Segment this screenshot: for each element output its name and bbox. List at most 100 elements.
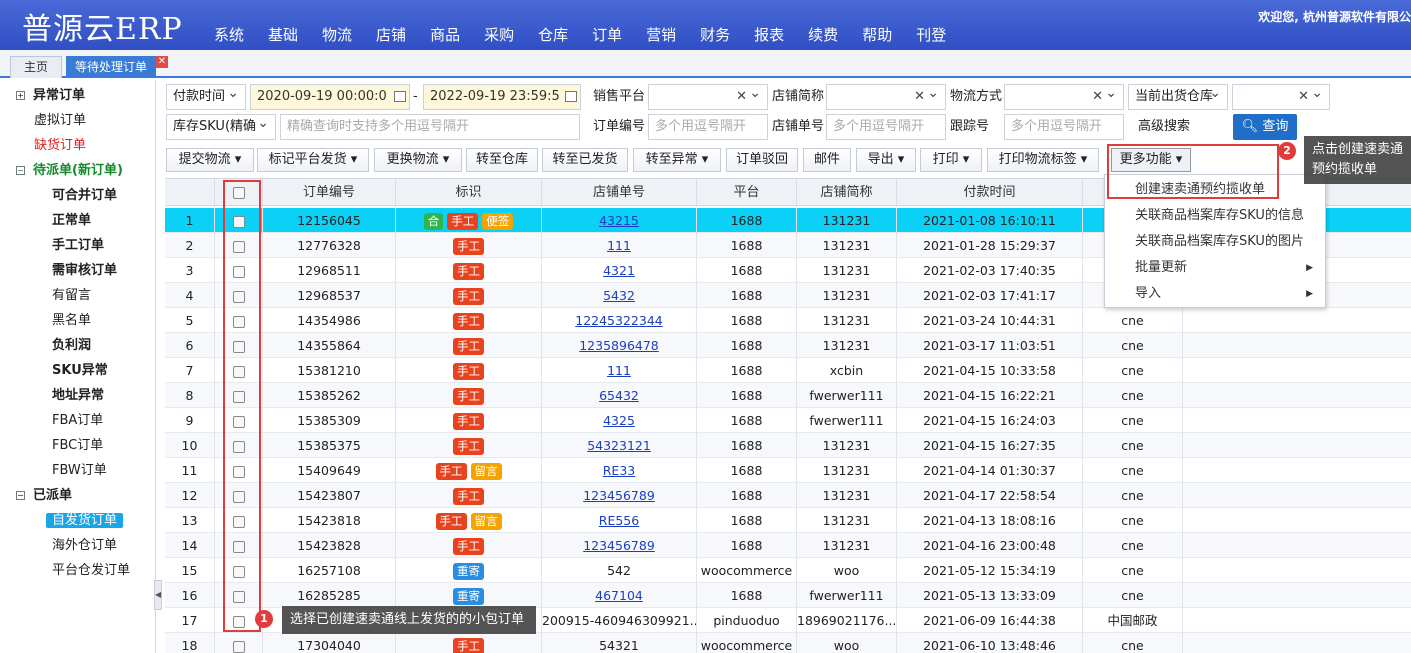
sidebar-item-message[interactable]: 有留言 [52,285,91,307]
tracking-input[interactable]: 多个用逗号隔开 [1004,114,1124,140]
shop-order-cell[interactable]: 4325 [542,408,697,433]
query-button[interactable]: 🔍︎ 查询 [1233,114,1297,140]
shop-order-cell[interactable]: 65432 [542,383,697,408]
shop-order-cell[interactable]: 12245322344 [542,308,697,333]
col-shop[interactable]: 店铺简称 [797,179,897,207]
table-row[interactable]: 9 15385309 手工 4325 1688 fwerwer111 2021-04-15 … [165,408,1411,433]
table-row[interactable]: 16 16285285 重寄 467104 1688 fwerwer111 2021-05-… [165,583,1411,608]
warehouse-value-select[interactable]: ✕ [1232,84,1330,110]
advanced-search-link[interactable]: 高级搜索 [1138,114,1190,140]
menu-batch-update[interactable]: 批量更新 ▶ [1105,255,1325,281]
shop-order-cell[interactable]: 1235896478 [542,333,697,358]
sidebar-item-review[interactable]: 需审核订单 [52,260,117,282]
clear-icon[interactable]: ✕ [914,85,925,109]
table-row[interactable]: 12 15423807 手工 123456789 1688 131231 2021-04-1… [165,483,1411,508]
to-warehouse-button[interactable]: 转至仓库 [466,148,538,172]
nav-finance[interactable]: 财务 [700,24,730,45]
shop-order-cell[interactable]: 111 [542,233,697,258]
clear-icon[interactable]: ✕ [1092,85,1103,109]
submit-logistics-button[interactable]: 提交物流 ▾ [166,148,254,172]
menu-import[interactable]: 导入 ▶ [1105,281,1325,307]
shop-order-link[interactable]: 111 [607,238,631,253]
clear-icon[interactable]: ✕ [1298,85,1309,109]
sidebar-item-manual[interactable]: 手工订单 [52,235,104,257]
print-label-button[interactable]: 打印物流标签 ▾ [987,148,1099,172]
shop-order-cell[interactable]: RE556 [542,508,697,533]
shop-order-link[interactable]: RE33 [603,463,636,478]
warehouse-select[interactable]: 当前出货仓库 [1128,84,1228,110]
col-pay-time[interactable]: 付款时间 [897,179,1083,207]
nav-purchase[interactable]: 采购 [484,24,514,45]
shop-order-cell[interactable]: 4321 [542,258,697,283]
tab-close-icon[interactable]: ✕ [156,56,168,68]
print-button[interactable]: 打印 ▾ [920,148,982,172]
sidebar-item-fba[interactable]: FBA订单 [52,410,103,432]
sidebar-group-pending[interactable]: − 待派单(新订单) [16,160,123,182]
to-shipped-button[interactable]: 转至已发货 [542,148,628,172]
tab-home[interactable]: 主页 [10,56,62,78]
nav-listing[interactable]: 刊登 [916,24,946,45]
email-button[interactable]: 邮件 [803,148,851,172]
menu-link-sku-info[interactable]: 关联商品档案库存SKU的信息 [1105,203,1325,229]
shop-order-link[interactable]: 65432 [599,388,639,403]
row-checkbox[interactable] [232,640,245,653]
calendar-icon[interactable] [394,91,406,102]
shop-order-link[interactable]: 43215 [599,213,639,228]
sidebar-item-mergeable[interactable]: 可合并订单 [52,185,117,207]
to-exception-button[interactable]: 转至异常 ▾ [633,148,721,172]
nav-product[interactable]: 商品 [430,24,460,45]
col-platform[interactable]: 平台 [697,179,797,207]
sidebar-item-normal[interactable]: 正常单 [52,210,91,232]
sidebar-group-exception[interactable]: + 异常订单 [16,85,85,107]
calendar-icon[interactable] [565,91,577,102]
nav-basic[interactable]: 基础 [268,24,298,45]
export-button[interactable]: 导出 ▾ [856,148,916,172]
logistics-select[interactable]: ✕ [1004,84,1124,110]
row-select-cell[interactable] [215,633,263,653]
nav-reports[interactable]: 报表 [754,24,784,45]
nav-system[interactable]: 系统 [214,24,244,45]
order-no-input[interactable]: 多个用逗号隔开 [648,114,768,140]
sidebar-item-virtual[interactable]: 虚拟订单 [34,110,86,132]
shop-order-link[interactable]: 5432 [603,288,635,303]
nav-renew[interactable]: 续费 [808,24,838,45]
col-order-no[interactable]: 订单编号 [263,179,396,207]
sidebar-item-platform-warehouse[interactable]: 平台仓发订单 [52,560,130,582]
mark-shipped-button[interactable]: 标记平台发货 ▾ [257,148,369,172]
nav-marketing[interactable]: 营销 [646,24,676,45]
table-row[interactable]: 11 15409649 手工 留言 RE33 1688 131231 2021-04-14 0… [165,458,1411,483]
shop-order-cell[interactable]: 123456789 [542,483,697,508]
pay-time-select[interactable]: 付款时间 [166,84,246,110]
shop-order-link[interactable]: 4321 [603,263,635,278]
sidebar-item-fbc[interactable]: FBC订单 [52,435,103,457]
shop-order-cell[interactable]: 43215 [542,208,697,233]
shop-order-link[interactable]: 1235896478 [579,338,659,353]
collapse-icon[interactable]: − [16,166,25,175]
shop-order-link[interactable]: 123456789 [583,488,655,503]
tab-pending-orders[interactable]: 等待处理订单 [66,56,156,78]
table-row[interactable]: 10 15385375 手工 54323121 1688 131231 2021-04-15… [165,433,1411,458]
shop-order-cell[interactable]: 123456789 [542,533,697,558]
shop-select[interactable]: ✕ [826,84,946,110]
shop-order-cell[interactable]: 467104 [542,583,697,608]
table-row[interactable]: 8 15385262 手工 65432 1688 fwerwer111 2021-04-15… [165,383,1411,408]
nav-warehouse[interactable]: 仓库 [538,24,568,45]
table-row[interactable]: 7 15381210 手工 111 1688 xcbin 2021-04-15 10:33:… [165,358,1411,383]
shop-order-link[interactable]: 12245322344 [575,313,662,328]
shop-order-link[interactable]: RE556 [599,513,639,528]
shop-order-link[interactable]: 4325 [603,413,635,428]
nav-help[interactable]: 帮助 [862,24,892,45]
clear-icon[interactable]: ✕ [736,85,747,109]
shop-order-cell[interactable]: 54323121 [542,433,697,458]
sidebar-item-fbw[interactable]: FBW订单 [52,460,107,482]
table-row[interactable]: 5 14354986 手工 12245322344 1688 131231 2021-03-… [165,308,1411,333]
sku-input[interactable]: 精确查询时支持多个用逗号隔开 [280,114,580,140]
sidebar-item-outofstock[interactable]: 缺货订单 [34,135,86,157]
shop-order-cell[interactable]: 111 [542,358,697,383]
shop-order-link[interactable]: 123456789 [583,538,655,553]
expand-icon[interactable]: + [16,91,25,100]
shop-order-link[interactable]: 54323121 [587,438,651,453]
nav-shop[interactable]: 店铺 [376,24,406,45]
sidebar-group-dispatched[interactable]: − 已派单 [16,485,72,507]
shop-order-link[interactable]: 111 [607,363,631,378]
